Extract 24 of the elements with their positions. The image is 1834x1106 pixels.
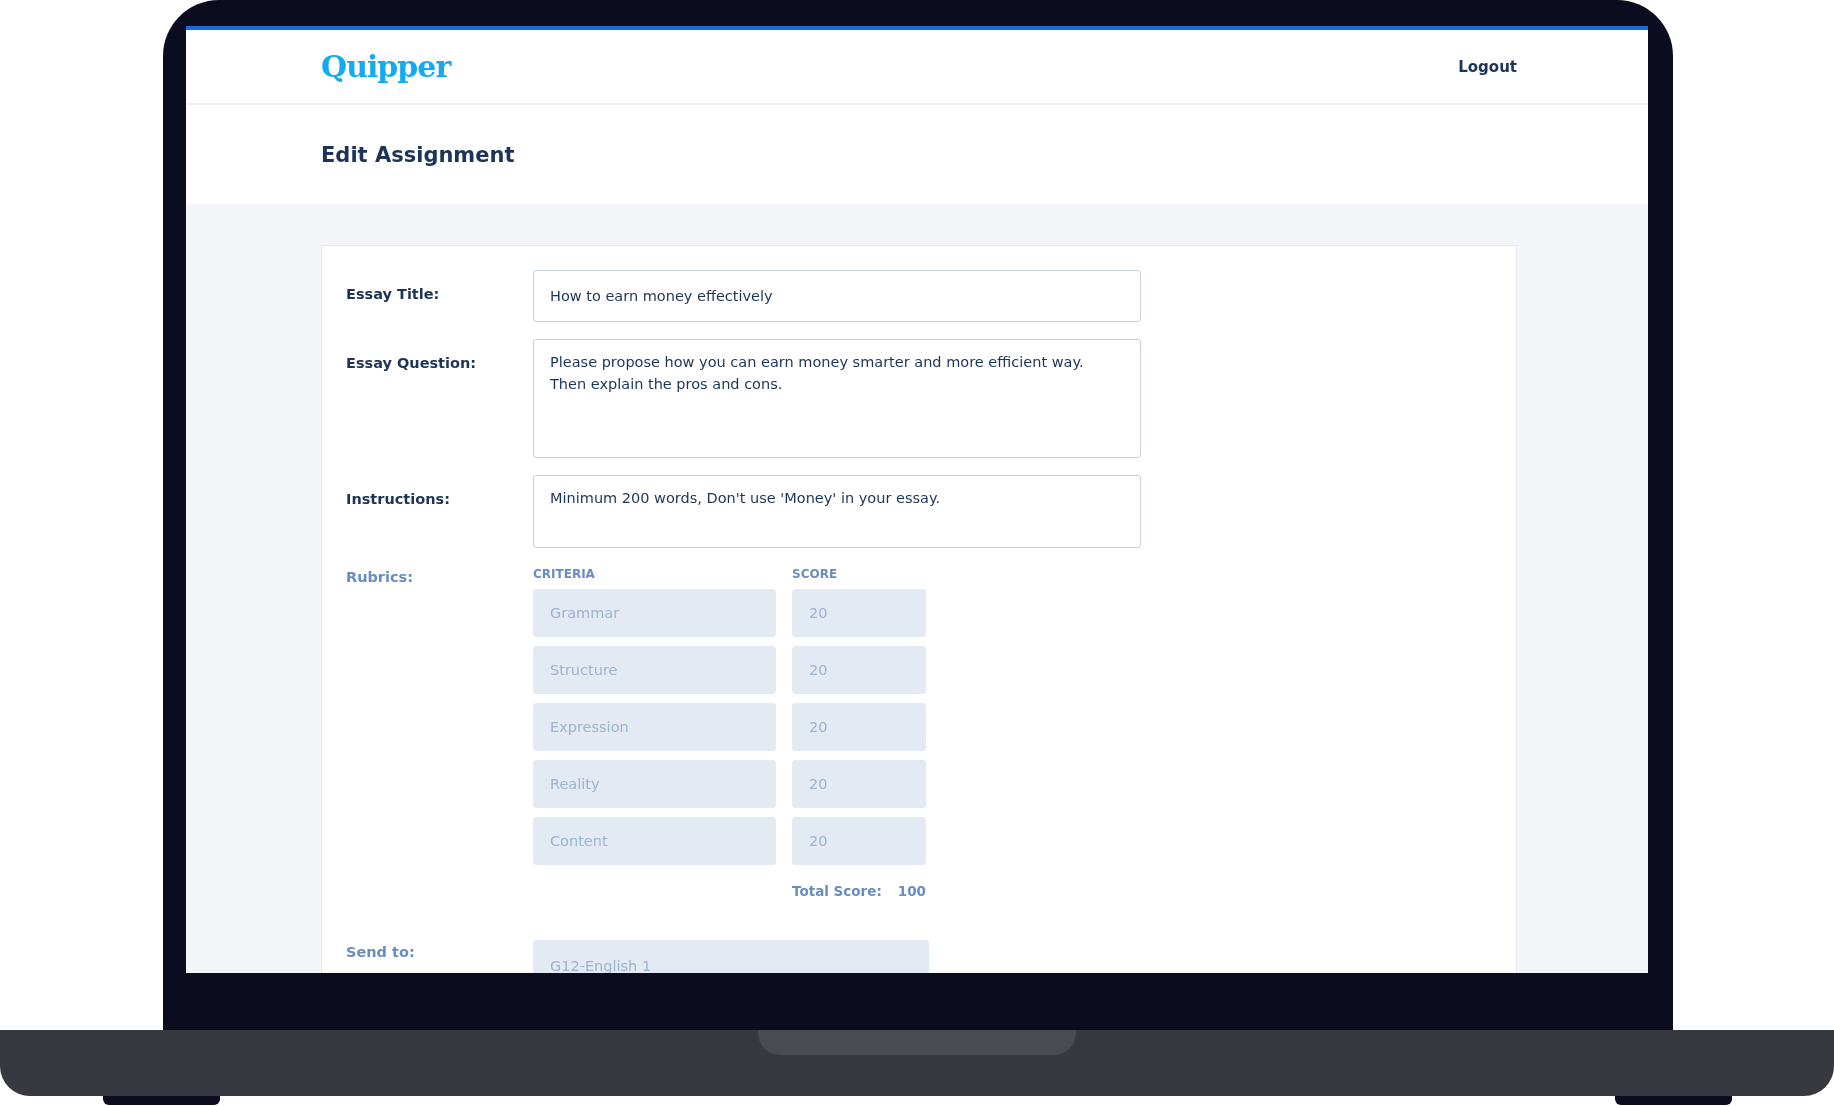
criteria-field: Reality xyxy=(533,760,776,808)
field-label: Instructions: xyxy=(346,490,451,509)
field-label: Essay Question: xyxy=(346,354,478,373)
column-header: CRITERIA xyxy=(533,566,596,581)
score-field: 20 xyxy=(792,589,926,637)
criteria-field: Structure xyxy=(533,646,776,694)
total-score-label: Total Score: xyxy=(792,883,882,899)
field-label: Send to: xyxy=(346,943,416,962)
criteria-field: Content xyxy=(533,817,776,865)
text-area[interactable]: Please propose how you can earn money smarter and more efficient way. Then explain the pros and cons. xyxy=(533,339,1141,458)
column-header: SCORE xyxy=(792,566,839,581)
criteria-field: Expression xyxy=(533,703,776,751)
field-label: Rubrics: xyxy=(346,568,414,587)
text-area[interactable]: Minimum 200 words, Don't use 'Money' in your essay. xyxy=(533,475,1141,548)
input-field[interactable]: How to earn money effectively xyxy=(533,270,1141,322)
score-field: 20 xyxy=(792,703,926,751)
criteria-field: Grammar xyxy=(533,589,776,637)
score-field: 20 xyxy=(792,760,926,808)
logout-link[interactable]: Logout xyxy=(1458,57,1517,76)
page-title: Edit Assignment xyxy=(321,142,515,167)
score-field: 20 xyxy=(792,646,926,694)
field-label: Essay Title: xyxy=(346,285,441,304)
score-field: 20 xyxy=(792,817,926,865)
total-score-value: 100 xyxy=(897,883,926,899)
